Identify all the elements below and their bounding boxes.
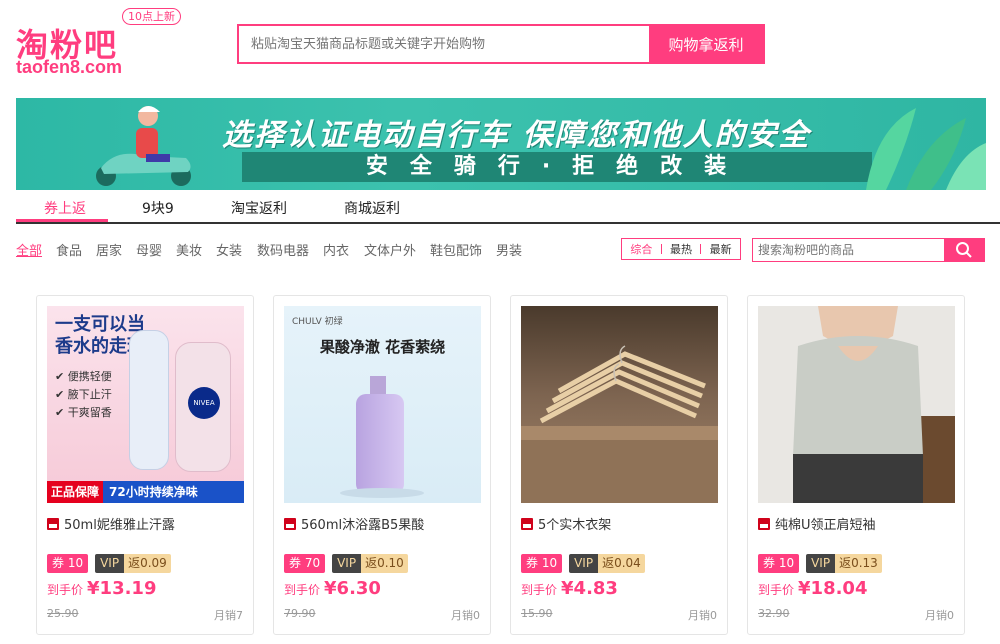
site-search-input[interactable] [753, 239, 944, 261]
tmall-icon [758, 517, 770, 530]
original-price: 25.90 [47, 607, 79, 620]
product-card[interactable]: 纯棉U领正肩短袖 券 10 VIP 返0.13 到手价 ¥18.04 32.90 月… [747, 295, 965, 635]
product-image[interactable]: CHULV 初绿 果酸净澈 花香萦绕 [284, 306, 481, 503]
product-shadow [340, 488, 424, 498]
header: 淘粉吧 taofen8.com 10点上新 购物拿返利 [0, 0, 1000, 90]
vip-rebate-badge: VIP 返0.09 [95, 554, 171, 573]
site-logo[interactable]: 淘粉吧 taofen8.com 10点上新 [16, 8, 181, 77]
banner-subtitle: 安全骑行·拒绝改装 [365, 154, 749, 179]
coupon-badge: 券 10 [47, 554, 89, 573]
category-beauty[interactable]: 美妆 [176, 240, 202, 259]
site-search-button[interactable] [944, 239, 984, 261]
rebate-search-button[interactable]: 购物拿返利 [649, 26, 763, 62]
product-price: 到手价 ¥6.30 [284, 578, 381, 599]
category-underwear[interactable]: 内衣 [323, 240, 349, 259]
category-all[interactable]: 全部 [16, 240, 42, 259]
product-price: 到手价 ¥4.83 [521, 578, 618, 599]
monthly-sales: 月销0 [688, 609, 717, 622]
promo-banner[interactable]: 选择认证电动自行车 保障您和他人的安全 安全骑行·拒绝改装 [16, 98, 986, 190]
vip-rebate-badge: VIP 返0.13 [806, 554, 882, 573]
product-tags: 券 10 VIP 返0.13 [758, 554, 882, 573]
nivea-logo: NIVEA [188, 387, 220, 419]
product-image[interactable]: 一支可以当 香水的走珠露 ✔ 便携轻便 ✔ 腋下止汗 ✔ 干爽留香 NIVEA … [47, 306, 244, 503]
category-sports[interactable]: 文体户外 [364, 240, 416, 259]
product-title[interactable]: 560ml沐浴露B5果酸 [284, 514, 424, 533]
category-men[interactable]: 男装 [496, 240, 522, 259]
category-food[interactable]: 食品 [56, 240, 82, 259]
pump-head [370, 376, 386, 394]
tmall-icon [521, 517, 533, 530]
scooter-rider-illustration [96, 106, 191, 186]
monthly-sales: 月销0 [451, 609, 480, 622]
product-tags: 券 10 VIP 返0.04 [521, 554, 645, 573]
original-price: 79.90 [284, 607, 316, 620]
sort-hot[interactable]: 最热 [662, 241, 701, 257]
original-price: 15.90 [521, 607, 553, 620]
category-digital[interactable]: 数码电器 [257, 240, 309, 259]
monthly-sales: 月销7 [214, 609, 243, 622]
product-bottle [356, 394, 404, 494]
product-image-headline: 果酸净澈 花香萦绕 [319, 338, 446, 356]
category-women[interactable]: 女装 [216, 240, 242, 259]
tmall-icon [47, 517, 59, 530]
monthly-sales: 月销0 [925, 609, 954, 622]
product-card[interactable]: 一支可以当 香水的走珠露 ✔ 便携轻便 ✔ 腋下止汗 ✔ 干爽留香 NIVEA … [36, 295, 254, 635]
banner-title: 选择认证电动自行车 保障您和他人的安全 [222, 118, 811, 153]
vip-rebate-badge: VIP 返0.04 [569, 554, 645, 573]
nav-coupon-rebate[interactable]: 券上返 [44, 198, 86, 218]
site-search-bar [752, 238, 985, 262]
product-image-strip: 正品保障 72小时持续净味 [47, 481, 244, 503]
product-image[interactable] [758, 306, 955, 503]
category-home[interactable]: 居家 [96, 240, 122, 259]
coupon-badge: 券 70 [284, 554, 326, 573]
product-bottle-right: NIVEA [175, 342, 231, 472]
product-tags: 券 70 VIP 返0.10 [284, 554, 408, 573]
category-baby[interactable]: 母婴 [136, 240, 162, 259]
product-card[interactable]: 5个实木衣架 券 10 VIP 返0.04 到手价 ¥4.83 15.90 月销0 [510, 295, 728, 635]
vip-rebate-badge: VIP 返0.10 [332, 554, 408, 573]
main-nav: 券上返 9块9 淘宝返利 商城返利 [16, 192, 1000, 224]
category-shoes-bags[interactable]: 鞋包配饰 [430, 240, 482, 259]
product-price: 到手价 ¥13.19 [47, 578, 157, 599]
product-image-features: ✔ 便携轻便 ✔ 腋下止汗 ✔ 干爽留香 [55, 370, 112, 419]
logo-domain: taofen8.com [16, 57, 123, 77]
sort-default[interactable]: 综合 [622, 241, 661, 257]
product-title[interactable]: 纯棉U领正肩短袖 [758, 514, 876, 533]
nav-active-indicator [16, 219, 108, 222]
sort-options: 综合 最热 最新 [621, 238, 741, 260]
product-bottle-left [129, 330, 169, 470]
banner-strip: 安全骑行·拒绝改装 [242, 152, 872, 182]
tmall-icon [284, 517, 296, 530]
rebate-search-bar: 购物拿返利 [237, 24, 765, 64]
product-tags: 券 10 VIP 返0.09 [47, 554, 171, 573]
leaf-decoration [866, 108, 986, 190]
search-icon [956, 242, 972, 258]
nav-mall-rebate[interactable]: 商城返利 [344, 198, 400, 218]
new-arrivals-badge[interactable]: 10点上新 [122, 8, 181, 25]
rebate-search-input[interactable] [239, 26, 649, 62]
product-title[interactable]: 5个实木衣架 [521, 514, 611, 533]
hangers-photo [521, 345, 718, 503]
original-price: 32.90 [758, 607, 790, 620]
coupon-badge: 券 10 [521, 554, 563, 573]
coupon-badge: 券 10 [758, 554, 800, 573]
model-photo [793, 306, 955, 503]
nav-9-9[interactable]: 9块9 [142, 198, 174, 218]
product-price: 到手价 ¥18.04 [758, 578, 868, 599]
sort-new[interactable]: 最新 [701, 241, 740, 257]
product-card[interactable]: CHULV 初绿 果酸净澈 花香萦绕 560ml沐浴露B5果酸 券 70 VIP… [273, 295, 491, 635]
product-brand: CHULV 初绿 [292, 317, 343, 327]
product-title[interactable]: 50ml妮维雅止汗露 [47, 514, 175, 533]
nav-taobao-rebate[interactable]: 淘宝返利 [231, 198, 287, 218]
product-image[interactable] [521, 306, 718, 503]
